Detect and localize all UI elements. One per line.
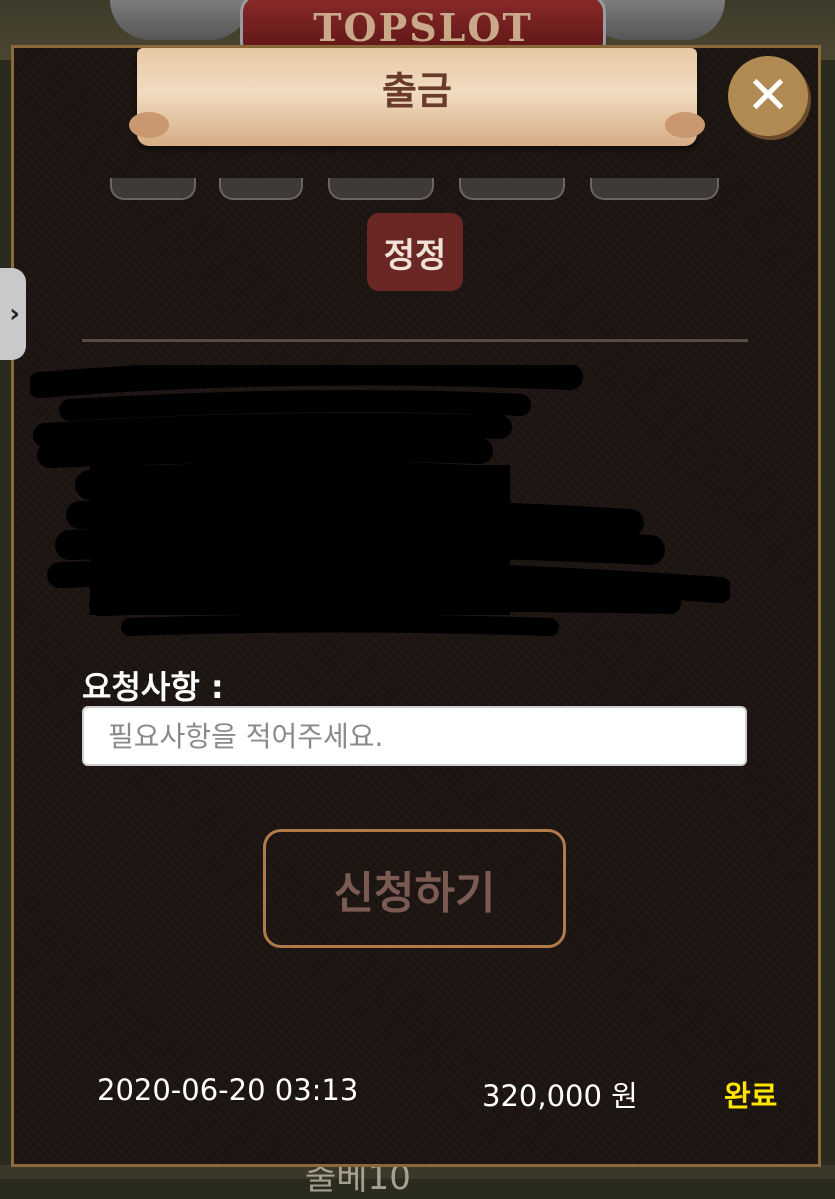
amount-button-row — [0, 178, 835, 200]
status-badge: 완료 — [724, 1079, 778, 1113]
amount-option-4[interactable] — [459, 178, 565, 200]
request-input[interactable] — [82, 706, 747, 766]
chevron-right-icon: › — [9, 299, 20, 329]
amount-option-2[interactable] — [219, 178, 303, 200]
amount-option-3[interactable] — [328, 178, 434, 200]
close-button[interactable]: ✕ — [728, 56, 808, 136]
redacted-scribble — [30, 365, 730, 636]
amount-option-5[interactable] — [590, 178, 719, 200]
correct-button[interactable]: 정정 — [367, 213, 463, 291]
history-date: 2020-06-20 03:13 — [97, 1073, 359, 1107]
history-row: 2020-06-20 03:13 320,000 원 완료 — [0, 1073, 835, 1117]
submit-button[interactable]: 신청하기 — [263, 829, 566, 948]
modal-title: 출금 — [382, 69, 452, 113]
logo-wing-right — [585, 0, 725, 40]
history-amount: 320,000 원 — [482, 1079, 638, 1113]
close-icon: ✕ — [746, 66, 790, 126]
site-logo-text: TOPSLOT — [313, 5, 533, 50]
side-menu-toggle[interactable]: › — [0, 268, 26, 360]
title-scroll-banner: 출금 — [129, 48, 705, 146]
amount-option-1[interactable] — [110, 178, 196, 200]
divider — [82, 339, 748, 342]
logo-wing-left — [110, 0, 250, 40]
request-label: 요청사항 : — [82, 668, 224, 706]
